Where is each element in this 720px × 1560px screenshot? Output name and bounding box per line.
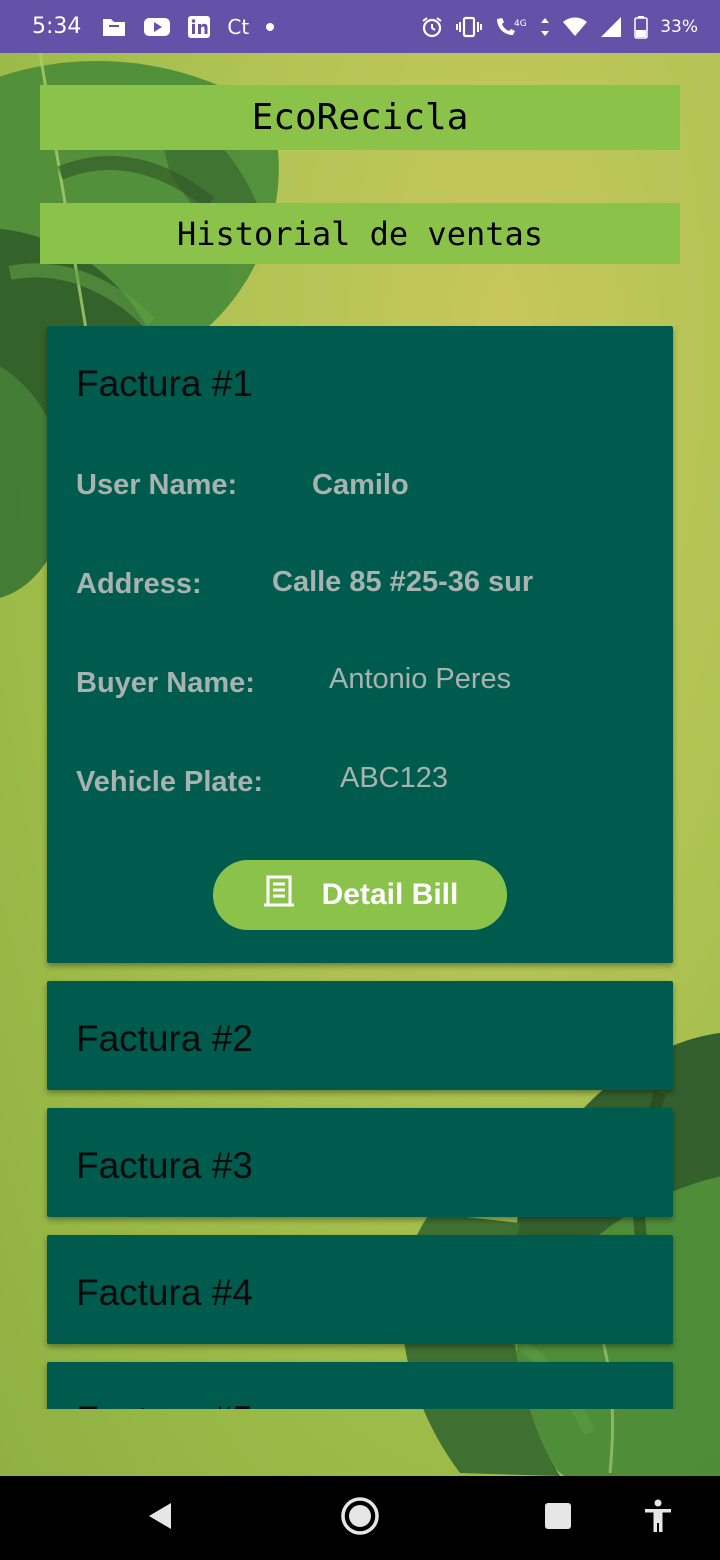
buyer-name-label: Buyer Name: (76, 667, 255, 699)
invoice-card-1[interactable]: Factura #1 User Name: Camilo Address: Ca… (47, 326, 673, 963)
user-name-label: User Name: (76, 469, 238, 501)
invoice-card-4[interactable]: Factura #4 (47, 1235, 673, 1344)
alarm-icon (420, 15, 444, 39)
vehicle-plate-label: Vehicle Plate: (76, 766, 263, 798)
address-label: Address: (76, 568, 202, 600)
app-title-bar: EcoRecicla (40, 85, 680, 150)
svg-text:4G: 4G (514, 19, 527, 29)
home-icon (340, 1496, 380, 1541)
invoice-title: Factura #1 (76, 363, 253, 404)
address-value: Calle 85 #25-36 sur (272, 566, 534, 598)
page-subtitle: Historial de ventas (176, 214, 544, 253)
folder-icon (101, 16, 127, 38)
invoice-card-5[interactable]: Factura #5 (47, 1362, 673, 1409)
invoice-list[interactable]: Factura #1 User Name: Camilo Address: Ca… (0, 326, 720, 1409)
recents-button[interactable] (538, 1498, 578, 1538)
accessibility-icon (643, 1499, 673, 1538)
data-arrows-icon (540, 16, 550, 38)
buyer-name-value: Antonio Peres (329, 663, 512, 695)
notification-icons: Ct (101, 15, 275, 39)
invoice-title: Factura #3 (76, 1145, 253, 1186)
invoice-title: Factura #2 (76, 1018, 253, 1059)
system-status-icons: 4G 33% (420, 15, 698, 39)
back-icon (147, 1501, 173, 1536)
status-time: 5:34 (32, 14, 82, 39)
home-button[interactable] (338, 1496, 382, 1540)
recents-icon (544, 1502, 572, 1535)
accessibility-button[interactable] (638, 1496, 678, 1540)
vehicle-plate-value: ABC123 (340, 762, 449, 794)
signal-icon (600, 16, 622, 38)
volte-call-icon: 4G (494, 15, 528, 39)
receipt-icon (262, 874, 296, 916)
ct-icon: Ct (227, 14, 250, 39)
page-subtitle-bar: Historial de ventas (40, 203, 680, 264)
vibrate-icon (456, 16, 483, 38)
invoice-card-3[interactable]: Factura #3 (47, 1108, 673, 1217)
dot-icon (265, 22, 275, 32)
invoice-title: Factura #4 (76, 1272, 253, 1313)
linkedin-icon (187, 15, 211, 39)
battery-icon (634, 15, 648, 39)
youtube-icon (143, 17, 171, 37)
battery-percent: 33% (660, 16, 698, 37)
user-name-value: Camilo (312, 469, 409, 501)
app-title: EcoRecicla (251, 97, 469, 138)
invoice-card-2[interactable]: Factura #2 (47, 981, 673, 1090)
invoice-title: Factura #5 (76, 1399, 253, 1409)
detail-bill-label: Detail Bill (321, 878, 459, 911)
detail-bill-button[interactable]: Detail Bill (213, 860, 507, 930)
system-nav-bar (0, 1476, 720, 1560)
back-button[interactable] (140, 1498, 180, 1538)
status-bar: 5:34 Ct 4G 33% (0, 0, 720, 53)
wifi-icon (562, 16, 588, 38)
